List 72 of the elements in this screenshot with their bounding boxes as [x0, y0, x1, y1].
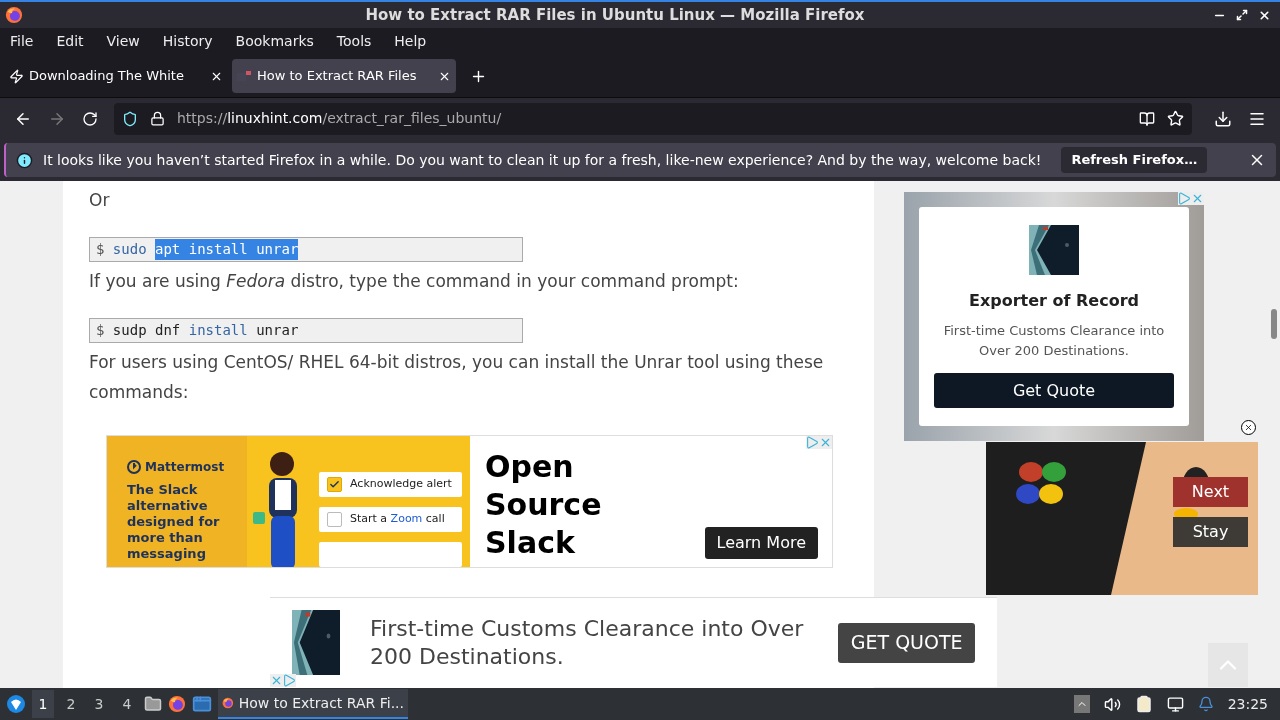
window-title: How to Extract RAR Files in Ubuntu Linux — Mozilla Firefox	[364, 4, 866, 26]
reader-view-icon[interactable]	[1139, 110, 1155, 127]
ad-text: First-time Customs Clearance into Over 200 Destinations.	[942, 322, 1166, 360]
popup-button[interactable]: Stay	[1173, 517, 1248, 547]
firefox-icon	[222, 695, 234, 711]
code-text: install	[188, 321, 248, 340]
menu-item[interactable]: History	[162, 31, 213, 52]
download-icon[interactable]	[1214, 109, 1232, 128]
address-bar[interactable]: https://linuxhint.com/extract_rar_files_ubuntu/	[114, 102, 1192, 135]
menu-item[interactable]: View	[106, 31, 140, 52]
workspace-button[interactable]: 1	[32, 690, 54, 718]
checklist-label: Start a Zoom call	[350, 511, 445, 528]
close-video-icon[interactable]	[1241, 420, 1256, 435]
tab-title: How to Extract RAR Files	[257, 67, 418, 86]
window-icon[interactable]	[192, 694, 212, 714]
task-label: How to Extract RAR Fi...	[238, 693, 404, 713]
brand-icon	[127, 460, 141, 474]
close-icon[interactable]	[1258, 8, 1271, 22]
paragraph: Or	[89, 189, 111, 212]
code-text: sudo	[112, 240, 148, 259]
menu-item[interactable]: Edit	[56, 31, 84, 52]
ad-title: Slack	[485, 524, 576, 562]
bookmark-star-icon[interactable]	[1167, 110, 1184, 127]
code-text: $	[96, 240, 106, 259]
paragraph: If you are using Fedora distro, type the command in your command prompt:	[89, 270, 740, 293]
get-quote-button[interactable]: GET QUOTE	[838, 622, 975, 663]
browser-tab[interactable]: Downloading The White	[4, 59, 228, 93]
notification-message: It looks like you haven’t started Firefox in a while. Do you want to clean it up for a fresh, like-new experience? And by the way, welcome back!	[43, 150, 1042, 170]
start-menu-icon[interactable]	[6, 694, 26, 714]
tab-favicon-icon	[237, 70, 252, 82]
menu-item[interactable]: Help	[394, 31, 427, 52]
refresh-firefox-button[interactable]: Refresh Firefox…	[1061, 147, 1208, 173]
taskbar-task[interactable]: How to Extract RAR Fi...	[218, 689, 408, 719]
ad-title: Open	[485, 448, 575, 486]
lock-icon[interactable]	[150, 111, 165, 126]
reload-icon[interactable]	[82, 110, 98, 127]
ad-headline: The Slack alternative designed for more than messaging	[127, 482, 221, 562]
code-text: unrar	[255, 321, 299, 340]
brand-name: Mattermost	[145, 459, 225, 476]
learn-more-button[interactable]: Learn More	[704, 527, 818, 559]
get-quote-button[interactable]: Get Quote	[934, 373, 1174, 408]
menu-item[interactable]: File	[10, 31, 34, 52]
menu-item[interactable]: Bookmarks	[235, 31, 314, 52]
ad-title: Exporter of Record	[968, 290, 1140, 312]
clipboard-icon[interactable]	[1134, 695, 1153, 713]
folder-icon[interactable]	[144, 695, 162, 713]
notification-icon[interactable]	[1197, 696, 1214, 712]
ad-title: Source	[485, 486, 602, 524]
browser-tab[interactable]: How to Extract RAR Files	[232, 59, 456, 93]
paragraph: For users using CentOS/ RHEL 64-bit distros, you can install the Unrar tool using these commands:	[89, 351, 825, 404]
firefox-icon[interactable]	[168, 695, 186, 713]
workspace-button[interactable]: 4	[116, 690, 138, 718]
maximize-icon[interactable]	[1236, 9, 1248, 21]
ad-text: First-time Customs Clearance into Over 200 Destinations.	[370, 614, 805, 671]
workspace-button[interactable]: 3	[88, 690, 110, 718]
code-text: $	[96, 321, 106, 340]
volume-icon[interactable]	[1103, 695, 1121, 713]
clock[interactable]: 23:25	[1227, 693, 1268, 715]
checklist-label: Acknowledge alert	[350, 476, 452, 493]
code-text: apt install unrar	[155, 239, 299, 260]
workspace-button[interactable]: 2	[60, 690, 82, 718]
tab-title: Downloading The White	[29, 67, 185, 86]
scrollbar-thumb[interactable]	[1271, 309, 1277, 339]
menu-item[interactable]: Tools	[336, 31, 372, 52]
network-icon[interactable]	[1166, 695, 1184, 713]
code-text: sudp dnf	[112, 321, 182, 340]
shield-icon[interactable]	[122, 110, 138, 127]
popup-button[interactable]: Next	[1173, 477, 1248, 507]
info-icon	[16, 151, 33, 169]
url-text: https://linuxhint.com/extract_rar_files_ubuntu/	[177, 109, 502, 128]
firefox-icon	[5, 6, 23, 24]
lightning-icon	[9, 68, 24, 84]
